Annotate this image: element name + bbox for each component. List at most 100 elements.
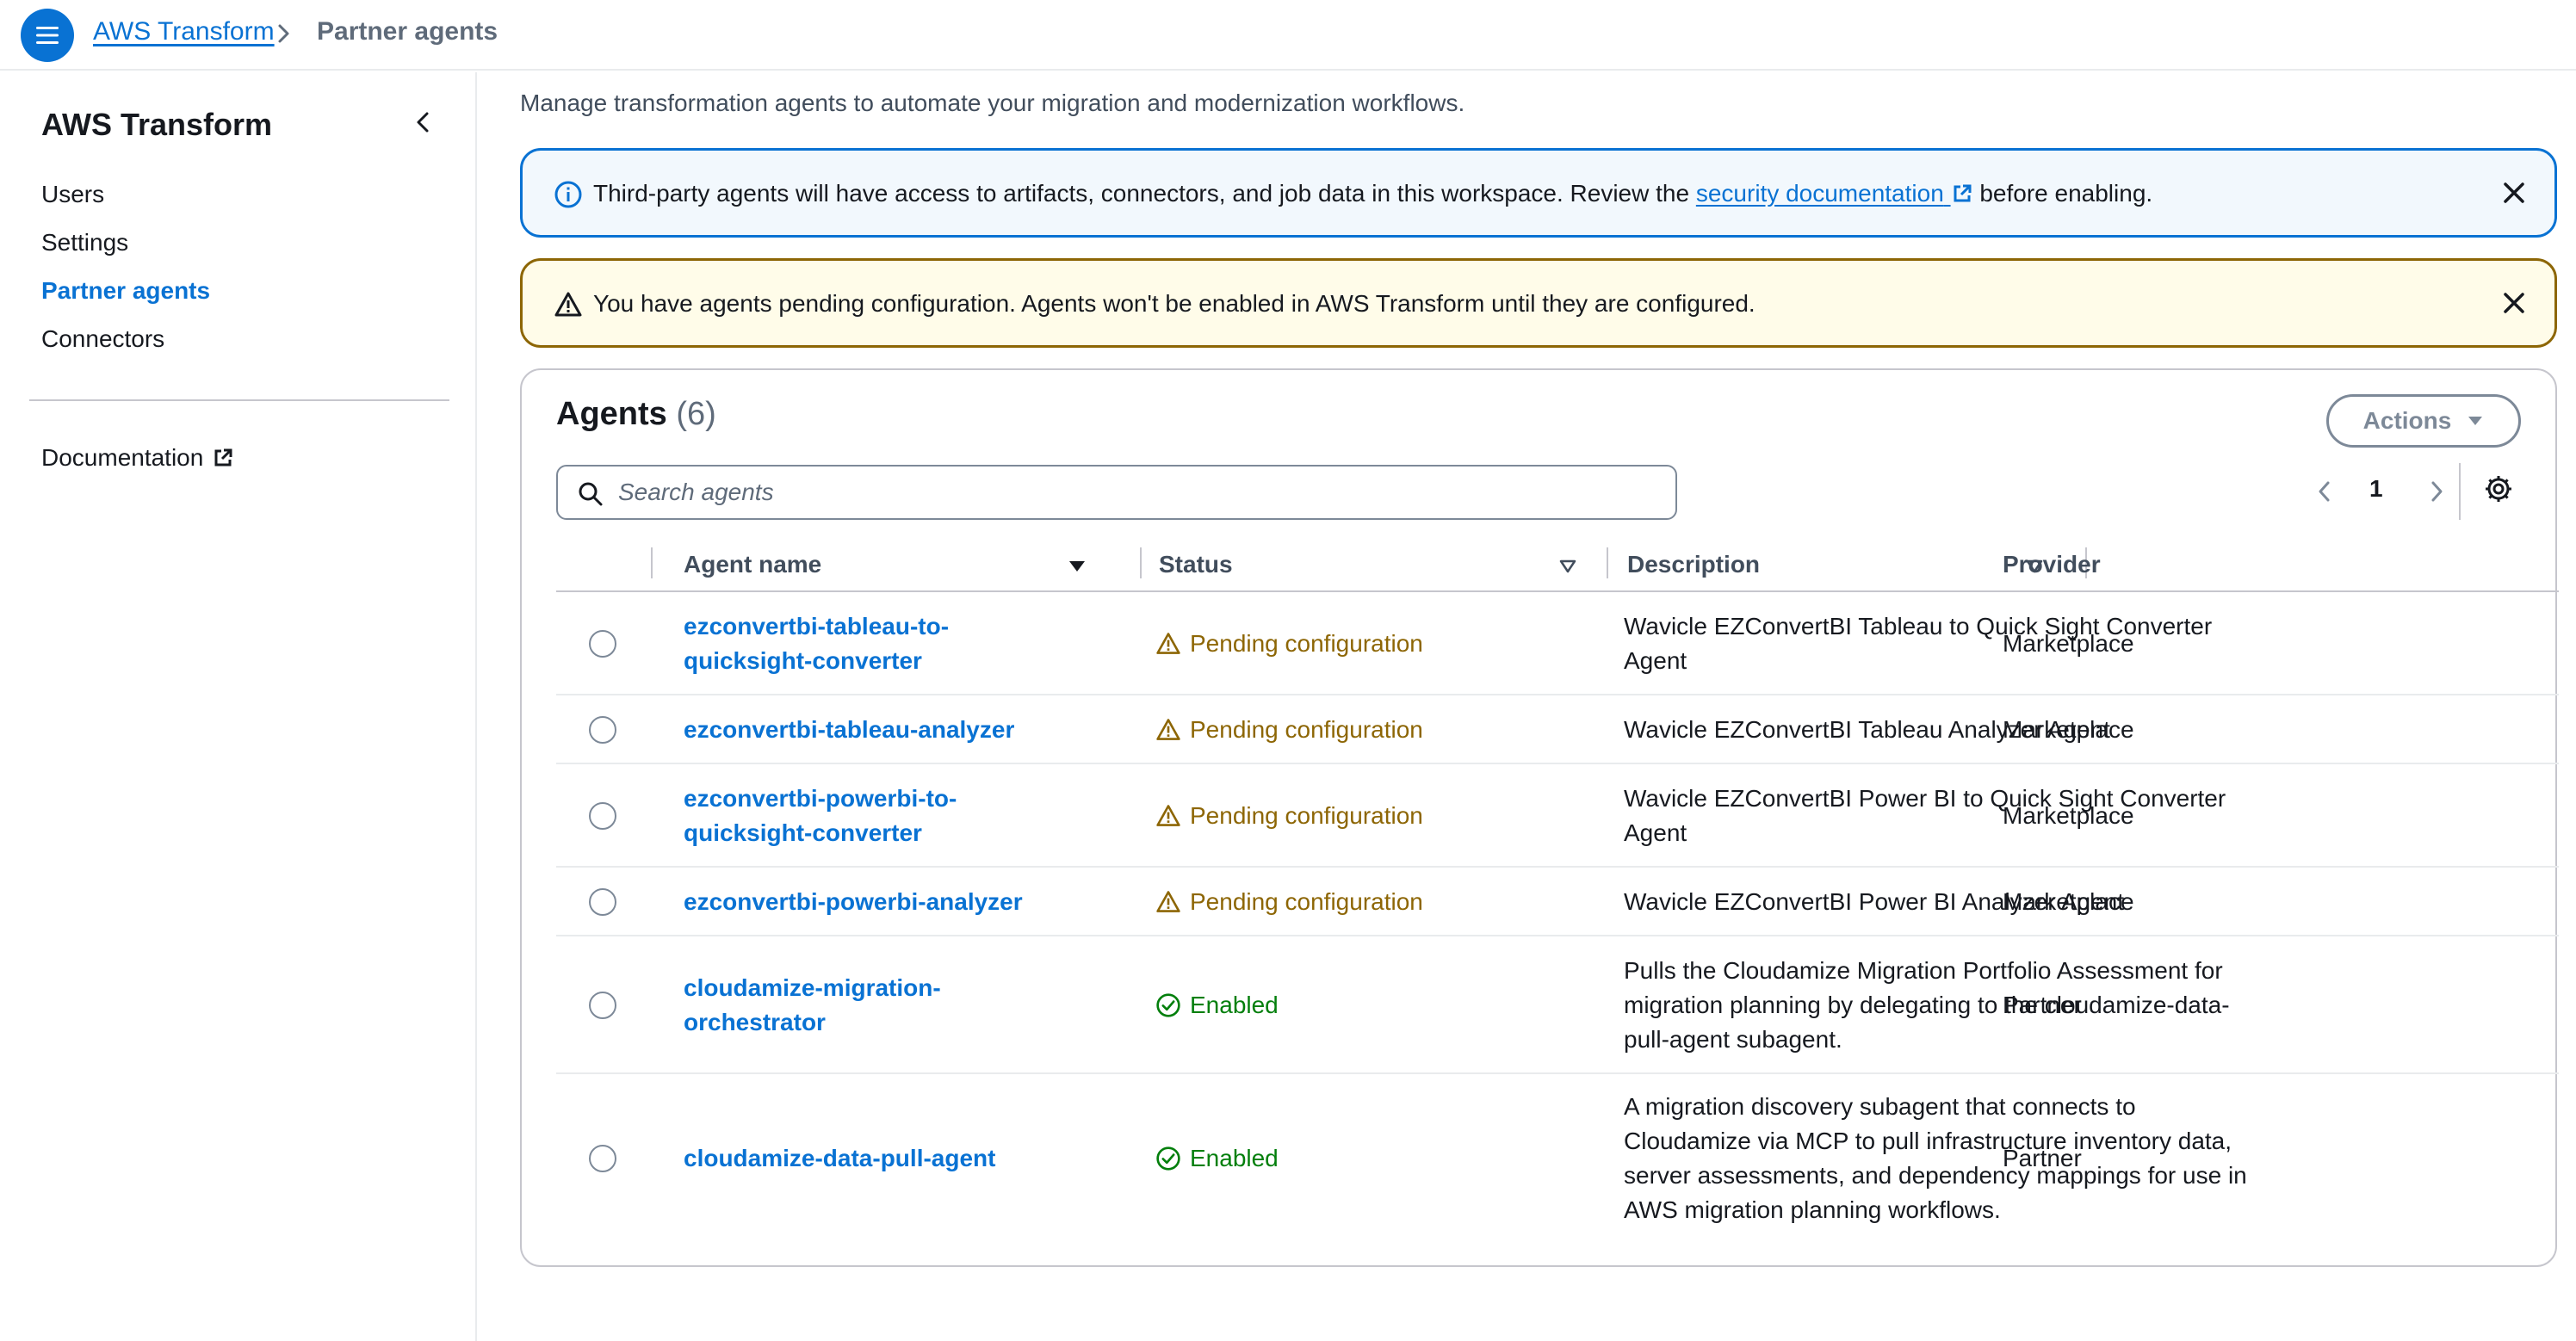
row-select-radio[interactable] [589, 716, 616, 744]
chevron-right-icon [278, 24, 289, 43]
sidebar-item-settings[interactable]: Settings [41, 229, 128, 256]
column-divider [1607, 547, 1608, 578]
status-label: Enabled [1190, 1145, 1279, 1171]
agent-description: Wavicle EZConvertBI Power BI Analyzer Ag… [1624, 888, 2124, 915]
status-label: Pending configuration [1190, 802, 1423, 829]
breadcrumb-current: Partner agents [317, 17, 498, 46]
current-page-number[interactable]: 1 [2369, 475, 2383, 503]
status-badge: Enabled [1155, 1141, 1279, 1176]
caret-down-icon [2468, 417, 2483, 425]
search-icon [579, 482, 603, 506]
toolbar-divider [2459, 463, 2461, 520]
warning-icon [1156, 633, 1180, 654]
column-divider [1140, 547, 1142, 578]
external-link-icon [1954, 184, 1972, 202]
info-alert-text-before: Third-party agents will have access to a… [593, 180, 1696, 207]
warning-alert-text: You have agents pending configuration. A… [593, 290, 1756, 317]
agent-description: Wavicle EZConvertBI Tableau to Quick Sig… [1624, 613, 2213, 674]
page-description: Manage transformation agents to automate… [520, 90, 1465, 116]
actions-label: Actions [2362, 407, 2452, 434]
sidebar-divider [29, 399, 449, 401]
sidebar: AWS Transform Users Settings Partner age… [0, 72, 477, 1341]
close-icon[interactable] [2499, 288, 2529, 318]
agent-name-link[interactable]: cloudamize-data-pull-agent [684, 1141, 1045, 1176]
sort-icon[interactable] [1558, 559, 1577, 573]
table-row[interactable]: cloudamize-migration-orchestrator Enable… [556, 938, 2559, 1074]
status-badge: Pending configuration [1155, 627, 1423, 661]
agent-name-link[interactable]: cloudamize-migration-orchestrator [684, 971, 1045, 1040]
status-label: Pending configuration [1190, 716, 1423, 743]
status-label: Enabled [1190, 992, 1279, 1018]
warning-icon [1156, 891, 1180, 912]
agent-name-link[interactable]: ezconvertbi-tableau-analyzer [684, 713, 1045, 747]
next-page-icon[interactable] [2426, 477, 2447, 506]
sidebar-title: AWS Transform [41, 107, 273, 142]
status-label: Pending configuration [1190, 888, 1423, 915]
actions-button[interactable]: Actions [2326, 394, 2521, 448]
column-divider [651, 547, 653, 578]
agent-description: A migration discovery subagent that conn… [1624, 1093, 2247, 1223]
gear-icon[interactable] [2483, 473, 2514, 504]
status-badge: Enabled [1155, 988, 1279, 1023]
sidebar-item-connectors[interactable]: Connectors [41, 325, 164, 353]
menu-button[interactable] [21, 9, 74, 62]
agent-provider: Partner [2003, 1145, 2082, 1171]
row-select-radio[interactable] [589, 888, 616, 916]
documentation-label: Documentation [41, 444, 204, 471]
row-select-radio[interactable] [589, 630, 616, 658]
collapse-sidebar-icon[interactable] [412, 108, 436, 136]
info-alert: Third-party agents will have access to a… [520, 148, 2557, 238]
table-header: Agent name Status Description Provider [556, 542, 2559, 592]
breadcrumb-root-link[interactable]: AWS Transform [93, 17, 275, 46]
search-input[interactable] [618, 477, 1651, 508]
info-alert-text-after: before enabling. [1972, 180, 2153, 207]
documentation-link[interactable]: Documentation [41, 444, 234, 472]
table-title: Agents (6) [556, 396, 716, 433]
agent-description: Pulls the Cloudamize Migration Portfolio… [1624, 957, 2230, 1053]
row-select-radio[interactable] [589, 992, 616, 1019]
column-header-status[interactable]: Status [1159, 551, 1233, 578]
table-row[interactable]: cloudamize-data-pull-agent Enabled A mig… [556, 1076, 2559, 1245]
sidebar-item-partner-agents[interactable]: Partner agents [41, 277, 210, 305]
table-title-label: Agents [556, 396, 667, 432]
status-badge: Pending configuration [1155, 799, 1423, 833]
check-circle-icon [1156, 993, 1180, 1017]
warning-icon [1156, 805, 1180, 826]
agent-provider: Marketplace [2003, 802, 2134, 829]
row-select-radio[interactable] [589, 802, 616, 830]
sort-descending-icon[interactable] [1068, 559, 1087, 573]
warning-alert: You have agents pending configuration. A… [520, 258, 2557, 348]
agent-name-link[interactable]: ezconvertbi-powerbi-to-quicksight-conver… [684, 782, 1045, 850]
status-badge: Pending configuration [1155, 713, 1423, 747]
table-row[interactable]: ezconvertbi-powerbi-analyzer Pending con… [556, 869, 2559, 936]
row-select-radio[interactable] [589, 1145, 616, 1172]
previous-page-icon[interactable] [2314, 477, 2335, 506]
agent-name-link[interactable]: ezconvertbi-tableau-to-quicksight-conver… [684, 609, 1045, 678]
search-field[interactable] [556, 465, 1677, 520]
column-header-provider[interactable]: Provider [2003, 551, 2101, 578]
agent-provider: Marketplace [2003, 888, 2134, 915]
column-header-description[interactable]: Description [1627, 551, 1760, 578]
status-badge: Pending configuration [1155, 885, 1423, 919]
table-row[interactable]: ezconvertbi-powerbi-to-quicksight-conver… [556, 766, 2559, 868]
status-label: Pending configuration [1190, 630, 1423, 657]
table-count: (6) [676, 396, 716, 432]
info-alert-text: Third-party agents will have access to a… [593, 180, 2152, 207]
top-navigation: AWS Transform Partner agents [0, 0, 2576, 71]
agent-name-link[interactable]: ezconvertbi-powerbi-analyzer [684, 885, 1045, 919]
hamburger-icon [36, 27, 59, 44]
agent-description: Wavicle EZConvertBI Power BI to Quick Si… [1624, 785, 2226, 846]
column-header-agent-name[interactable]: Agent name [684, 551, 821, 578]
table-row[interactable]: ezconvertbi-tableau-analyzer Pending con… [556, 697, 2559, 764]
info-icon [554, 181, 582, 208]
check-circle-icon [1156, 1146, 1180, 1171]
agent-provider: Marketplace [2003, 630, 2134, 657]
security-documentation-link[interactable]: security documentation [1696, 180, 1973, 207]
security-documentation-label: security documentation [1695, 180, 1944, 207]
external-link-icon [214, 448, 232, 467]
table-row[interactable]: ezconvertbi-tableau-to-quicksight-conver… [556, 594, 2559, 695]
warning-icon [554, 292, 582, 317]
close-icon[interactable] [2499, 178, 2529, 207]
agents-table-container: Agents (6) Actions 1 Agent name [520, 368, 2559, 1267]
sidebar-item-users[interactable]: Users [41, 181, 104, 208]
